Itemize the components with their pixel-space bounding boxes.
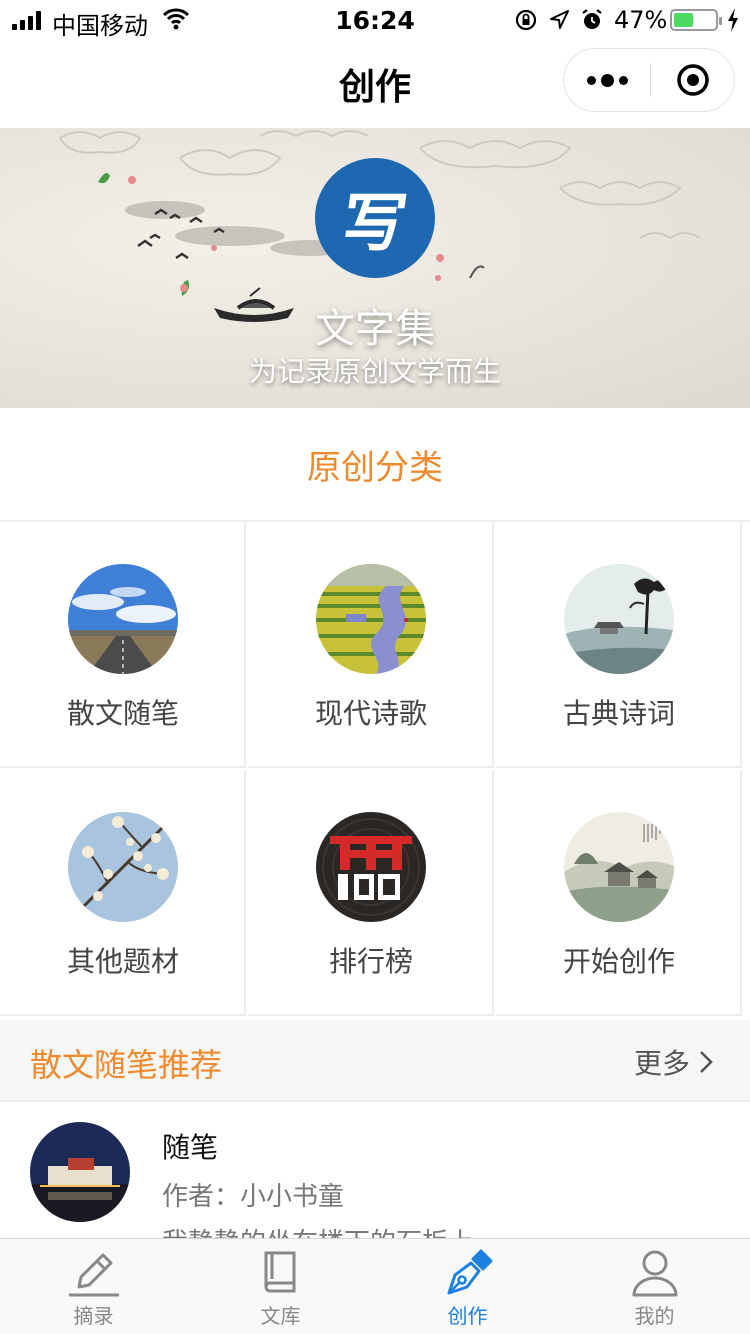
tab-create[interactable]: 创作	[374, 1239, 561, 1334]
brand-name: 文字集	[315, 306, 435, 352]
tab-label: 我的	[634, 1304, 675, 1328]
screen: 中国移动 16:24 47% 创作 写 文字集 为记录原创文学而生 原创分类 散…	[0, 0, 750, 1334]
brand-slogan: 为记录原创文学而生	[248, 355, 501, 388]
category-prose[interactable]: 散文随笔	[0, 522, 246, 768]
hero-banner: 写 文字集 为记录原创文学而生	[0, 128, 750, 408]
ink-painting-pavilion-photo	[564, 564, 674, 674]
target-close-icon[interactable]	[650, 49, 736, 111]
tab-label: 创作	[447, 1304, 488, 1328]
tab-mine[interactable]: 我的	[561, 1239, 748, 1334]
ink-village-painting-photo	[564, 812, 674, 922]
category-label: 其他题材	[66, 945, 179, 978]
article-author: 作者：小小书童	[162, 1182, 345, 1212]
rotation-lock-icon	[515, 9, 537, 31]
chevron-right-icon	[700, 1051, 713, 1073]
tab-library[interactable]: 文库	[187, 1239, 374, 1334]
category-other-topics[interactable]: 其他题材	[0, 770, 246, 1016]
list-item[interactable]: 随笔 作者：小小书童 我静静的坐在楼下的石板上	[0, 1104, 750, 1238]
user-icon	[561, 1245, 748, 1299]
category-section-title: 原创分类	[0, 408, 750, 522]
tab-label: 摘录	[73, 1304, 114, 1328]
top100-record-icon	[316, 812, 426, 922]
location-icon	[550, 10, 569, 29]
category-classical-poetry[interactable]: 古典诗词	[496, 522, 742, 768]
canola-fields-river-photo	[316, 564, 426, 674]
article-excerpt: 我静静的坐在楼下的石板上	[162, 1222, 474, 1238]
pen-nib-icon	[374, 1245, 561, 1299]
more-label: 更多	[633, 1047, 690, 1080]
category-label: 排行榜	[328, 945, 413, 978]
category-label: 现代诗歌	[314, 697, 427, 730]
category-label: 开始创作	[562, 945, 675, 978]
recommend-header: 散文随笔推荐 更多	[0, 1020, 750, 1102]
nav-bar: 创作	[0, 40, 750, 128]
tab-label: 文库	[260, 1304, 301, 1328]
alarm-icon	[582, 9, 602, 29]
category-label: 古典诗词	[562, 697, 675, 730]
miniprogram-capsule	[563, 48, 735, 112]
category-start-writing[interactable]: 开始创作	[496, 770, 742, 1016]
pencil-icon	[0, 1245, 187, 1299]
app-logo: 写	[315, 158, 435, 278]
category-ranking[interactable]: 排行榜	[248, 770, 494, 1016]
more-link[interactable]: 更多	[634, 1042, 714, 1082]
battery-icon	[670, 9, 722, 31]
magnolia-branch-photo	[68, 812, 178, 922]
book-icon	[187, 1245, 374, 1299]
category-label: 散文随笔	[66, 697, 179, 730]
category-modern-poetry[interactable]: 现代诗歌	[248, 522, 494, 768]
recommend-title: 散文随笔推荐	[30, 1046, 223, 1084]
article-title: 随笔	[162, 1131, 219, 1164]
category-grid: 散文随笔 现代诗歌 古典诗词 其他题材 排行榜 开始创作	[0, 522, 750, 1018]
more-dots-icon[interactable]	[564, 49, 650, 111]
charging-icon	[726, 7, 740, 39]
status-bar: 中国移动 16:24 47%	[0, 0, 750, 40]
battery-percent: 47%	[614, 6, 668, 34]
article-thumbnail	[30, 1122, 130, 1222]
tab-bar: 摘录 文库 创作 我的	[0, 1238, 750, 1334]
road-sky-photo	[68, 564, 178, 674]
tab-excerpt[interactable]: 摘录	[0, 1239, 187, 1334]
